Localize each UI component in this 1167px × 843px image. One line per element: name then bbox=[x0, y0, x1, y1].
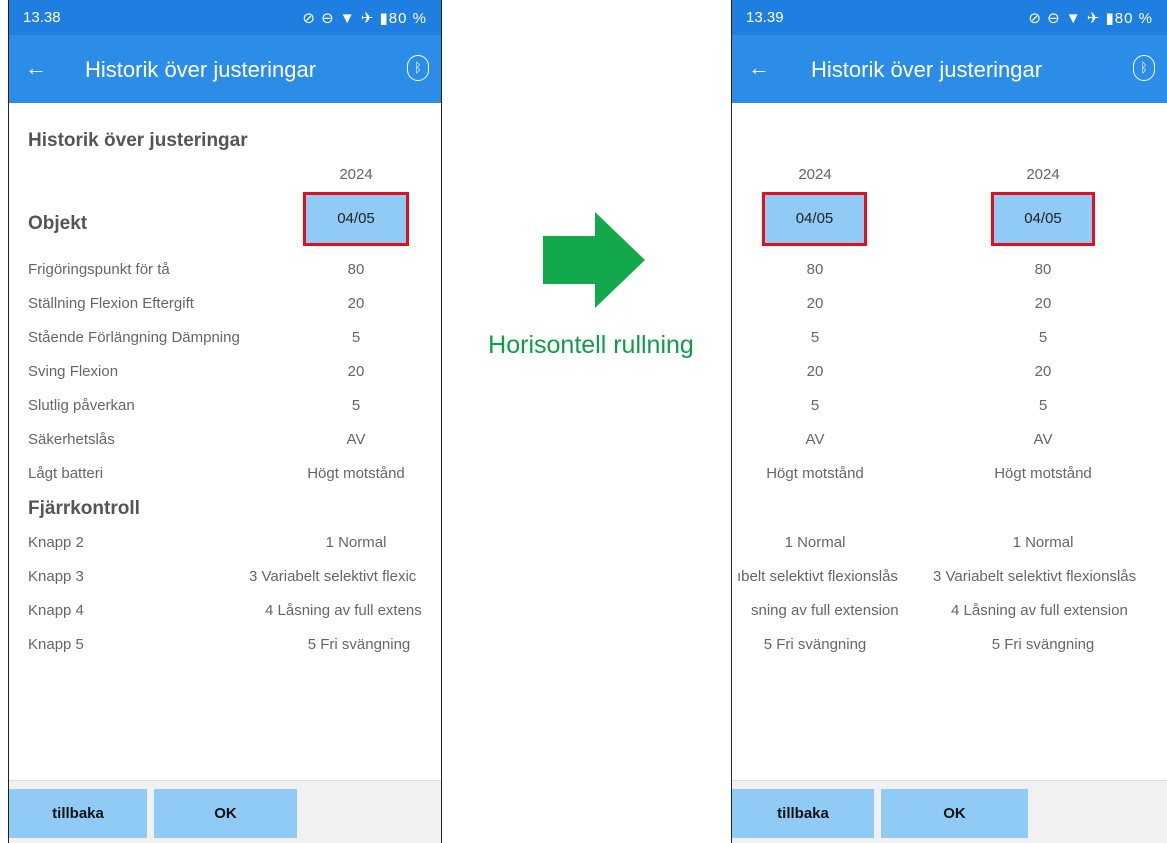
row-value: 5 bbox=[810, 397, 820, 414]
row-label: Slutlig påverkan bbox=[28, 397, 135, 414]
row-value: 80 bbox=[347, 261, 365, 278]
remote-row-value: 1 Normal bbox=[325, 534, 387, 551]
row-value: 20 bbox=[347, 295, 365, 312]
remote-row-value: 5 Fri svängning bbox=[991, 636, 1095, 653]
remote-row-value: 5 Fri svängning bbox=[763, 636, 867, 653]
left-screen: 13.38 ⊘ ⊖ ▼ ✈ ▮80 % ← Historik över just… bbox=[8, 0, 442, 843]
remote-row-value: ıbelt selektivt flexionslås bbox=[737, 568, 898, 585]
row-value: 80 bbox=[1034, 261, 1052, 278]
remote-row-value: sning av full extension bbox=[751, 602, 899, 619]
date-column-header[interactable]: 04/05 bbox=[762, 192, 867, 246]
row-value: 20 bbox=[1034, 363, 1052, 380]
status-bar: 13.38 ⊘ ⊖ ▼ ✈ ▮80 % bbox=[9, 0, 441, 35]
ok-button[interactable]: OK bbox=[154, 789, 297, 838]
scroll-direction-label: Horisontell rullning bbox=[488, 331, 694, 359]
row-label: Lågt batteri bbox=[28, 465, 104, 482]
row-value: 20 bbox=[1034, 295, 1052, 312]
row-value: 5 bbox=[1038, 397, 1048, 414]
app-bar: ← Historik över justeringar ᛒ bbox=[9, 35, 441, 103]
remote-row-value: 3 Variabelt selektivt flexic bbox=[249, 568, 417, 585]
row-value: AV bbox=[346, 431, 366, 448]
status-time: 13.38 bbox=[23, 9, 61, 26]
year-label: 2024 bbox=[1026, 166, 1060, 183]
status-bar: 13.39 ⊘ ⊖ ▼ ✈ ▮80 % bbox=[732, 0, 1167, 35]
right-arrow-icon bbox=[543, 212, 645, 308]
row-label: Sving Flexion bbox=[28, 363, 119, 380]
back-button[interactable]: tillbaka bbox=[9, 789, 147, 838]
row-value: 5 bbox=[1038, 329, 1048, 346]
section-remote: Fjärrkontroll bbox=[28, 498, 140, 519]
bottom-bar: tillbaka OK bbox=[732, 780, 1167, 843]
bluetooth-icon[interactable]: ᛒ bbox=[1133, 55, 1155, 81]
content-heading: Historik över justeringar bbox=[28, 130, 248, 151]
year-label: 2024 bbox=[339, 166, 373, 183]
row-label: Frigöringspunkt för tå bbox=[28, 261, 170, 278]
page-title: Historik över justeringar bbox=[85, 57, 317, 82]
row-value: 5 bbox=[351, 329, 361, 346]
back-arrow-icon[interactable]: ← bbox=[25, 55, 47, 81]
row-value: 5 bbox=[810, 329, 820, 346]
row-value: 20 bbox=[347, 363, 365, 380]
row-value: Högt motstånd bbox=[307, 465, 405, 482]
app-bar: ← Historik över justeringar ᛒ bbox=[732, 35, 1167, 103]
row-label: Ställning Flexion Eftergift bbox=[28, 295, 194, 312]
remote-row-value: 4 Låsning av full extension bbox=[951, 602, 1128, 619]
date-column-header[interactable]: 04/05 bbox=[303, 192, 409, 246]
bottom-bar: tillbaka OK bbox=[9, 780, 441, 843]
date-column-header[interactable]: 04/05 bbox=[991, 192, 1095, 246]
remote-row-label: Knapp 4 bbox=[28, 602, 84, 619]
section-objekt: Objekt bbox=[28, 213, 88, 234]
remote-row-value: 4 Låsning av full extens bbox=[265, 602, 422, 619]
row-value: 80 bbox=[806, 261, 824, 278]
status-time: 13.39 bbox=[746, 9, 784, 26]
row-value: 20 bbox=[806, 295, 824, 312]
remote-row-label: Knapp 2 bbox=[28, 534, 84, 551]
row-value: AV bbox=[1033, 431, 1053, 448]
right-screen: 13.39 ⊘ ⊖ ▼ ✈ ▮80 % ← Historik över just… bbox=[731, 0, 1167, 843]
ok-button[interactable]: OK bbox=[881, 789, 1028, 838]
bluetooth-icon[interactable]: ᛒ bbox=[407, 55, 429, 81]
row-label: Stående Förlängning Dämpning bbox=[28, 329, 240, 346]
remote-row-label: Knapp 5 bbox=[28, 636, 84, 653]
row-value: 20 bbox=[806, 363, 824, 380]
remote-row-value: 3 Variabelt selektivt flexionslås bbox=[933, 568, 1137, 585]
status-icons: ⊘ ⊖ ▼ ✈ ▮80 % bbox=[302, 10, 427, 27]
status-icons: ⊘ ⊖ ▼ ✈ ▮80 % bbox=[1028, 10, 1153, 27]
row-label: Säkerhetslås bbox=[28, 431, 115, 448]
year-label: 2024 bbox=[798, 166, 832, 183]
row-value: Högt motstånd bbox=[766, 465, 864, 482]
remote-row-label: Knapp 3 bbox=[28, 568, 84, 585]
row-value: 5 bbox=[351, 397, 361, 414]
remote-row-value: 5 Fri svängning bbox=[307, 636, 411, 653]
back-button[interactable]: tillbaka bbox=[732, 789, 874, 838]
row-value: Högt motstånd bbox=[994, 465, 1092, 482]
remote-row-value: 1 Normal bbox=[784, 534, 846, 551]
remote-row-value: 1 Normal bbox=[1012, 534, 1074, 551]
page-title: Historik över justeringar bbox=[811, 57, 1043, 82]
row-value: AV bbox=[805, 431, 825, 448]
back-arrow-icon[interactable]: ← bbox=[748, 55, 770, 81]
